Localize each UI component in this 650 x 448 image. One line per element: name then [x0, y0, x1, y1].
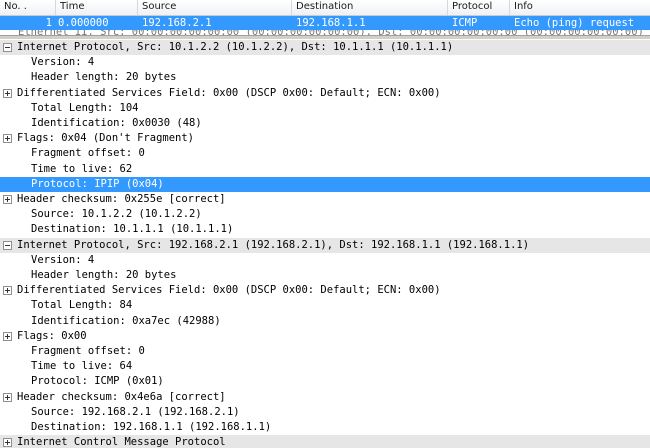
collapse-icon[interactable] [3, 43, 12, 52]
column-header-info[interactable]: Info [510, 0, 650, 15]
expand-icon[interactable] [3, 195, 12, 204]
packet-row-selected[interactable]: 1 0.000000 192.168.2.1 192.168.1.1 ICMP … [0, 16, 650, 30]
tree-row-label: Time to live: 62 [31, 162, 133, 175]
tree-row-label: Header checksum: 0x4e6a [correct] [17, 390, 226, 403]
packet-number: 1 [45, 17, 52, 29]
tree-row[interactable]: Header length: 20 bytes [0, 70, 650, 85]
tree-row-label: Version: 4 [31, 56, 95, 69]
tree-row-label: Header checksum: 0x255e [correct] [17, 193, 226, 205]
splitter-handle[interactable] [0, 35, 650, 39]
tree-row[interactable]: Protocol: ICMP (0x01) [0, 374, 650, 389]
tree-row[interactable]: Identification: 0xa7ec (42988) [0, 314, 650, 329]
tree-row[interactable]: Total Length: 84 [0, 298, 650, 313]
packet-protocol: ICMP [452, 17, 478, 29]
tree-row-label: Fragment offset: 0 [31, 147, 145, 160]
tree-row-label: Source: 10.1.2.2 (10.1.2.2) [31, 208, 202, 221]
packet-list-pane: No. . Time Source Destination Protocol I… [0, 0, 650, 34]
tree-row[interactable]: Fragment offset: 0 [0, 344, 650, 359]
expand-icon[interactable] [3, 88, 12, 98]
tree-row-label: Destination: 192.168.1.1 (192.168.1.1) [31, 421, 272, 433]
packet-list-column-header: No. . Time Source Destination Protocol I… [0, 0, 650, 16]
column-header-time[interactable]: Time [56, 0, 138, 15]
tree-row[interactable]: Fragment offset: 0 [0, 146, 650, 161]
expand-icon[interactable] [3, 331, 12, 341]
tree-row[interactable]: Version: 4 [0, 253, 650, 268]
tree-row[interactable]: Protocol: IPIP (0x04) [0, 176, 650, 192]
tree-row-label: Header length: 20 bytes [31, 71, 177, 84]
column-header-destination[interactable]: Destination [292, 0, 448, 15]
packet-details-pane: Internet Protocol, Src: 10.1.2.2 (10.1.2… [0, 40, 650, 448]
tree-row-label: Source: 192.168.2.1 (192.168.2.1) [31, 405, 240, 418]
column-header-protocol[interactable]: Protocol [448, 0, 510, 15]
expand-icon[interactable] [3, 438, 12, 448]
column-header-no[interactable]: No. . [0, 0, 56, 15]
tree-row-label: Identification: 0x0030 (48) [31, 117, 202, 129]
tree-row-label: Flags: 0x04 (Don't Fragment) [17, 132, 195, 145]
tree-row[interactable]: Differentiated Services Field: 0x00 (DSC… [0, 283, 650, 298]
packet-time: 0.000000 [58, 17, 109, 29]
tree-row-label: Version: 4 [31, 253, 95, 266]
tree-row[interactable]: Destination: 10.1.1.1 (10.1.1.1) [0, 222, 650, 237]
tree-row[interactable]: Header checksum: 0x255e [correct] [0, 192, 650, 207]
tree-row-label: Fragment offset: 0 [31, 345, 145, 357]
tree-row[interactable]: Source: 192.168.2.1 (192.168.2.1) [0, 405, 650, 420]
tree-row-label: Identification: 0xa7ec (42988) [31, 314, 221, 327]
tree-row-label: Protocol: IPIP (0x04) [31, 177, 164, 190]
pane-splitter[interactable]: Ethernet II, Src: 00:00:00:00:00:00 (00:… [0, 30, 650, 39]
column-header-source[interactable]: Source [138, 0, 292, 15]
tree-row[interactable]: Header length: 20 bytes [0, 268, 650, 283]
expand-icon[interactable] [3, 392, 12, 402]
collapse-icon[interactable] [3, 240, 12, 250]
tree-row-label: Header length: 20 bytes [31, 269, 177, 281]
tree-row[interactable]: Flags: 0x00 [0, 329, 650, 344]
tree-row[interactable]: Header checksum: 0x4e6a [correct] [0, 390, 650, 405]
tree-row[interactable]: Internet Control Message Protocol [0, 435, 650, 448]
tree-row[interactable]: Time to live: 62 [0, 162, 650, 177]
tree-row[interactable]: Differentiated Services Field: 0x00 (DSC… [0, 86, 650, 101]
expand-icon[interactable] [3, 134, 12, 144]
tree-row-label: Differentiated Services Field: 0x00 (DSC… [17, 86, 441, 99]
tree-row-label: Total Length: 84 [31, 299, 133, 312]
packet-info: Echo (ping) request [514, 17, 635, 29]
tree-row[interactable]: Version: 4 [0, 55, 650, 70]
tree-row-label: Flags: 0x00 [17, 329, 87, 342]
tree-row[interactable]: Source: 10.1.2.2 (10.1.2.2) [0, 207, 650, 222]
tree-row-label: Differentiated Services Field: 0x00 (DSC… [17, 284, 441, 297]
tree-row-label: Destination: 10.1.1.1 (10.1.1.1) [31, 223, 234, 236]
tree-row[interactable]: Destination: 192.168.1.1 (192.168.1.1) [0, 420, 650, 435]
tree-row-label: Time to live: 64 [31, 360, 133, 373]
tree-row[interactable]: Total Length: 104 [0, 101, 650, 116]
packet-destination: 192.168.1.1 [296, 17, 366, 29]
tree-row-label: Internet Control Message Protocol [17, 436, 226, 448]
tree-row[interactable]: Internet Protocol, Src: 192.168.2.1 (192… [0, 237, 650, 253]
expand-icon[interactable] [3, 286, 12, 296]
tree-row[interactable]: Time to live: 64 [0, 359, 650, 374]
tree-row[interactable]: Flags: 0x04 (Don't Fragment) [0, 131, 650, 146]
tree-row[interactable]: Internet Protocol, Src: 10.1.2.2 (10.1.2… [0, 40, 650, 56]
tree-row-label: Protocol: ICMP (0x01) [31, 375, 164, 388]
tree-row[interactable]: Identification: 0x0030 (48) [0, 116, 650, 131]
packet-source: 192.168.2.1 [142, 17, 212, 29]
tree-row-label: Internet Protocol, Src: 10.1.2.2 (10.1.2… [17, 41, 454, 53]
tree-row-label: Internet Protocol, Src: 192.168.2.1 (192… [17, 238, 530, 251]
tree-row-label: Total Length: 104 [31, 101, 139, 114]
